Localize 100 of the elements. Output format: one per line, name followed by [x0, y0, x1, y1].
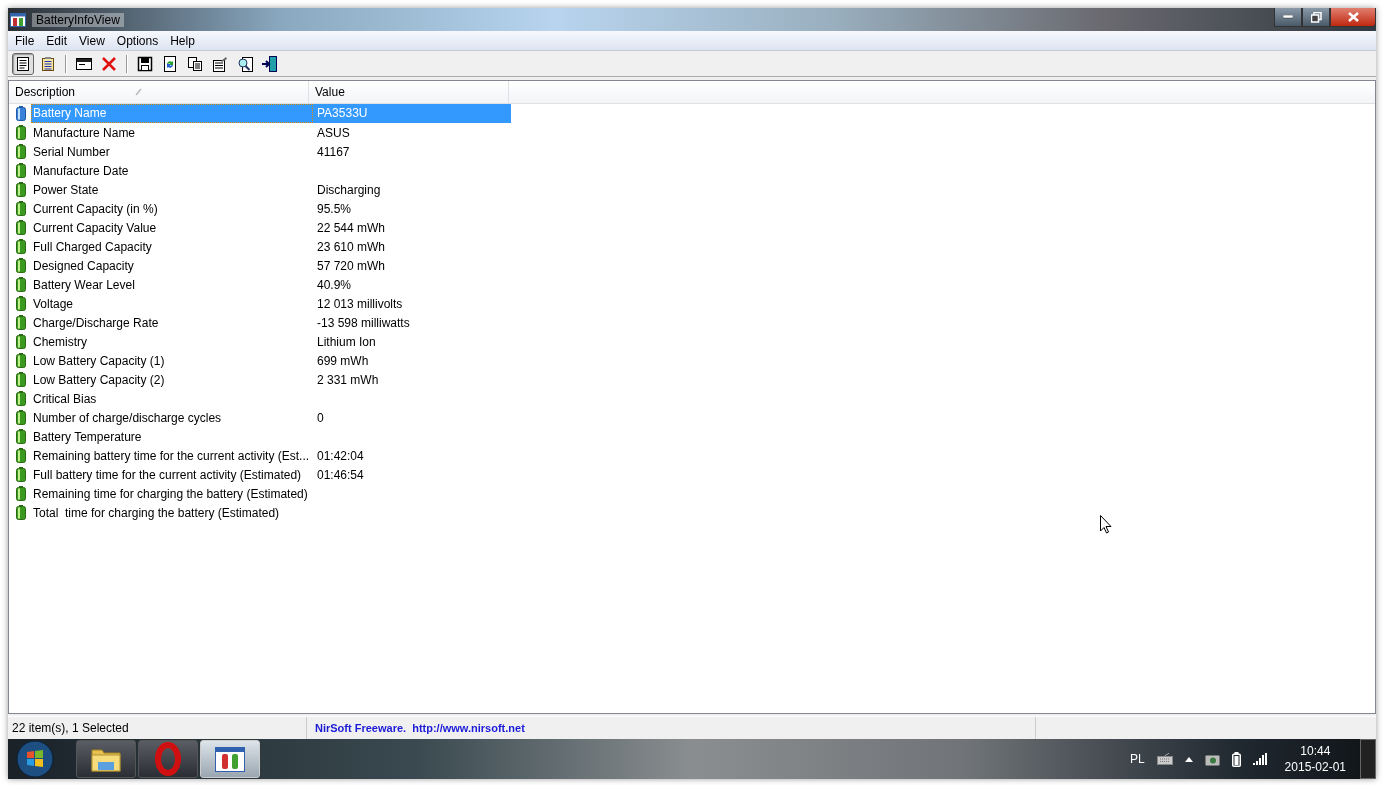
- battery-icon: [16, 429, 26, 444]
- show-desktop-button[interactable]: [1360, 739, 1376, 779]
- battery-icon: [16, 448, 26, 463]
- signal-icon[interactable]: [1252, 753, 1267, 765]
- minimize-icon: [1283, 15, 1293, 19]
- start-button[interactable]: [16, 740, 54, 778]
- taskbar-button[interactable]: [76, 740, 136, 778]
- description-cell-text: Battery Temperature: [32, 429, 143, 444]
- window-title: BatteryInfoView: [32, 12, 124, 27]
- exit-door-icon: [262, 55, 278, 72]
- value-cell-text: 01:42:04: [316, 448, 365, 463]
- menu-item[interactable]: Help: [165, 33, 202, 48]
- value-cell-text: Lithium Ion: [316, 334, 377, 349]
- description-cell-text: Chemistry: [32, 334, 88, 349]
- description-cell: Battery Name: [31, 104, 313, 123]
- description-cell-text: Low Battery Capacity (1): [32, 353, 166, 368]
- battery-icon: [16, 467, 26, 482]
- description-cell-text: Total time for charging the battery (Estimated): [32, 505, 281, 520]
- description-cell-text: Current Capacity Value: [32, 220, 158, 235]
- table-row[interactable]: Designed Capacity 57 720 mWh: [9, 256, 1375, 275]
- clock-date[interactable]: 2015-02-01: [1284, 759, 1346, 775]
- camera-icon[interactable]: [1204, 752, 1220, 766]
- description-cell-text: Critical Bias: [32, 391, 98, 406]
- battery-icon: [16, 410, 26, 425]
- battery-icon: [16, 106, 26, 121]
- value-cell-text: -13 598 milliwatts: [316, 315, 411, 330]
- value-cell-text: 2 331 mWh: [316, 372, 380, 387]
- clock-time[interactable]: 10:44: [1300, 743, 1331, 759]
- description-cell-text: Battery Wear Level: [32, 277, 136, 292]
- battery-icon: [16, 201, 26, 216]
- battery-icon: [16, 353, 26, 368]
- battery-icon: [16, 505, 26, 520]
- value-cell-text: 23 610 mWh: [316, 239, 387, 254]
- value-cell: PA3533U: [313, 104, 511, 123]
- copy-icon: [187, 55, 203, 72]
- description-cell-text: Power State: [32, 182, 100, 197]
- table-row[interactable]: Serial Number 41167: [9, 142, 1375, 161]
- minimize-button[interactable]: [1274, 8, 1302, 27]
- table-row[interactable]: Remaining time for charging the battery (Estimated): [9, 484, 1375, 503]
- restore-button[interactable]: [1302, 8, 1330, 27]
- table-row[interactable]: Current Capacity (in %) 95.5%: [9, 199, 1375, 218]
- menu-item[interactable]: Options: [111, 33, 166, 48]
- table-row[interactable]: Battery Temperature: [9, 427, 1375, 446]
- menu-item[interactable]: Edit: [41, 33, 75, 48]
- menu-item[interactable]: File: [10, 33, 42, 48]
- battery-icon: [16, 125, 26, 140]
- table-row[interactable]: Current Capacity Value 22 544 mWh: [9, 218, 1375, 237]
- close-icon: [1347, 12, 1359, 22]
- table-row[interactable]: Manufacture Date: [9, 161, 1375, 180]
- keyboard-icon[interactable]: [1156, 753, 1173, 765]
- value-cell-text: 57 720 mWh: [316, 258, 387, 273]
- table-row[interactable]: Manufacture Name ASUS: [9, 123, 1375, 142]
- description-cell-text: Remaining time for charging the battery (Estimated): [32, 486, 309, 501]
- table-row[interactable]: Battery Wear Level 40.9%: [9, 275, 1375, 294]
- document-button[interactable]: [12, 52, 34, 75]
- description-cell-text: Current Capacity (in %): [32, 201, 159, 216]
- battery-icon: [16, 163, 26, 178]
- value-cell-text: 22 544 mWh: [316, 220, 387, 235]
- battery-icon: [16, 372, 26, 387]
- battery-icon[interactable]: [1231, 751, 1241, 767]
- value-cell-text: 40.9%: [316, 277, 353, 292]
- column-header[interactable]: Description: [9, 81, 309, 103]
- battery-icon: [16, 258, 26, 273]
- table-row[interactable]: Remaining battery time for the current activity (Est... 01:42:04: [9, 446, 1375, 465]
- close-button[interactable]: [1330, 8, 1376, 27]
- table-row[interactable]: Power State Discharging: [9, 180, 1375, 199]
- properties-icon: [212, 55, 228, 72]
- table-row[interactable]: Number of charge/discharge cycles 0: [9, 408, 1375, 427]
- delete-icon: [101, 55, 117, 72]
- battery-icon: [16, 334, 26, 349]
- menu-item[interactable]: View: [74, 33, 112, 48]
- table-row[interactable]: Charge/Discharge Rate -13 598 milliwatts: [9, 313, 1375, 332]
- battery-icon: [16, 296, 26, 311]
- description-cell-text: Full Charged Capacity: [32, 239, 153, 254]
- notepad-icon: [40, 55, 56, 72]
- table-row[interactable]: Full battery time for the current activity (Estimated) 01:46:54: [9, 465, 1375, 484]
- table-row[interactable]: Chemistry Lithium Ion: [9, 332, 1375, 351]
- description-cell-text: Charge/Discharge Rate: [32, 315, 160, 330]
- description-cell-text: Low Battery Capacity (2): [32, 372, 166, 387]
- battery-icon: [16, 315, 26, 330]
- value-cell-text: 699 mWh: [316, 353, 370, 368]
- table-row[interactable]: Full Charged Capacity 23 610 mWh: [9, 237, 1375, 256]
- up-arrow-icon[interactable]: [1184, 756, 1193, 762]
- table-row[interactable]: Low Battery Capacity (1) 699 mWh: [9, 351, 1375, 370]
- language-indicator[interactable]: PL: [1129, 752, 1145, 766]
- table-row[interactable]: Critical Bias: [9, 389, 1375, 408]
- table-row[interactable]: Low Battery Capacity (2) 2 331 mWh: [9, 370, 1375, 389]
- value-cell-text: 01:46:54: [316, 467, 365, 482]
- table-row[interactable]: Total time for charging the battery (Estimated): [9, 503, 1375, 522]
- description-cell-text: Remaining battery time for the current activity (Est...: [32, 448, 311, 463]
- value-cell-text: 95.5%: [316, 201, 353, 216]
- table-row[interactable]: Voltage 12 013 millivolts: [9, 294, 1375, 313]
- value-cell-text: Discharging: [316, 182, 382, 197]
- battery-icon: [16, 391, 26, 406]
- description-cell-text: Designed Capacity: [32, 258, 135, 273]
- refresh-icon: [162, 55, 178, 72]
- battery-icon: [16, 239, 26, 254]
- description-cell-text: Number of charge/discharge cycles: [32, 410, 223, 425]
- column-header[interactable]: Value: [309, 81, 509, 103]
- mouse-pointer-icon: [1100, 515, 1112, 534]
